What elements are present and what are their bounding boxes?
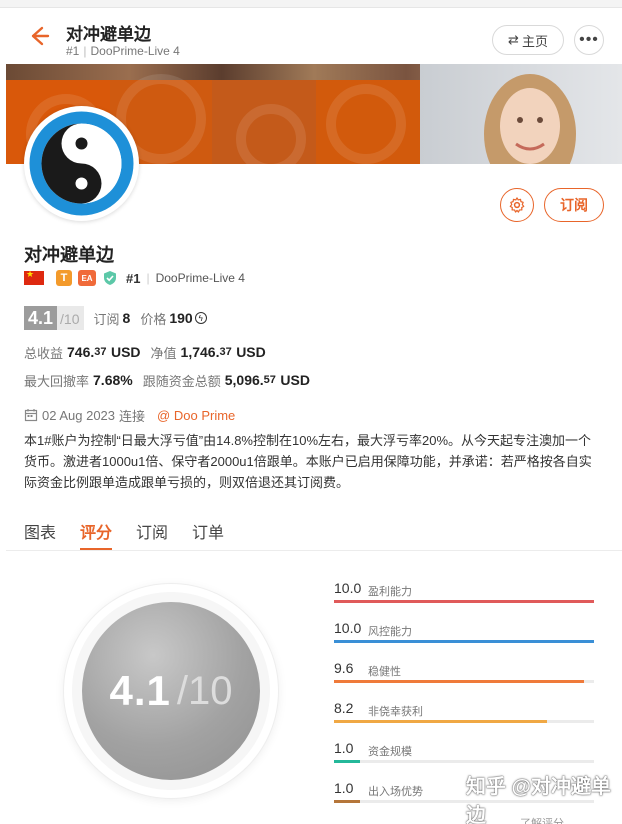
calendar-icon — [24, 409, 38, 422]
page-subtitle: #1 | DooPrime-Live 4 — [66, 44, 180, 58]
tabs-divider — [6, 550, 622, 551]
score-row: 4.1 /10 订阅 8 价格 190 ϟ — [24, 306, 207, 330]
equity-label: 净值 — [150, 345, 177, 361]
drawdown-label: 最大回撤率 — [24, 373, 90, 389]
learn-more-link[interactable]: 了解评分 — [520, 815, 564, 824]
metric-label: 出入场优势 — [368, 786, 423, 798]
server-label: DooPrime-Live 4 — [155, 271, 245, 285]
trader-badges: T EA #1 | DooPrime-Live 4 — [24, 268, 245, 288]
tab-orders[interactable]: 订单 — [192, 512, 224, 550]
metric-row: 9.6 稳健性 — [334, 658, 594, 698]
metric-value: 10.0 — [334, 580, 362, 596]
more-options-button[interactable]: ••• — [574, 25, 604, 55]
price-value: 190 — [169, 310, 193, 326]
metric-row: 10.0 盈利能力 — [334, 578, 594, 618]
metric-label: 资金规模 — [368, 746, 412, 758]
score-max: /10 — [57, 306, 84, 330]
drawdown-row: 最大回撤率 7.68% 跟随资金总额 5,096. 57 USD — [24, 372, 310, 389]
score-value: 4.1 — [24, 306, 58, 330]
china-flag-icon — [24, 269, 44, 285]
page-title: 对冲避单边 — [66, 25, 151, 44]
more-dots-icon: ••• — [579, 31, 599, 48]
badge-ea: EA — [78, 270, 96, 286]
tab-chart[interactable]: 图表 — [24, 512, 56, 550]
rank-label: #1 — [126, 270, 141, 286]
home-button-label: 主页 — [521, 33, 548, 49]
metric-bar — [334, 640, 594, 643]
metric-label: 风控能力 — [368, 626, 412, 638]
tab-bar: 图表 评分 订阅 订单 — [24, 512, 248, 552]
metric-bar — [334, 760, 360, 763]
metric-label: 稳健性 — [368, 666, 401, 678]
drawdown-value: 7.68% — [93, 372, 133, 388]
total-profit-label: 总收益 — [24, 345, 64, 361]
metric-row: 10.0 风控能力 — [334, 618, 594, 658]
metric-value: 9.6 — [334, 660, 354, 676]
broker-link[interactable]: @ Doo Prime — [157, 408, 235, 423]
swap-icon: ⇄ — [508, 32, 519, 47]
subscribe-button[interactable]: 订阅 — [544, 188, 604, 222]
rating-max: /10 — [176, 668, 233, 713]
metric-label: 非侥幸获利 — [368, 706, 423, 718]
status-bar — [0, 0, 622, 8]
avatar[interactable] — [24, 106, 139, 221]
equity-value: 1,746. — [180, 344, 220, 360]
metric-value: 8.2 — [334, 700, 354, 716]
profit-row: 总收益 746. 37 USD 净值 1,746. 37 USD — [24, 344, 266, 361]
follow-funds-value: 5,096. — [224, 372, 264, 388]
rating-gauge: 4.1 /10 — [82, 602, 260, 780]
metric-bar — [334, 720, 548, 723]
coin-icon: ϟ — [194, 312, 207, 324]
metric-row: 8.2 非侥幸获利 — [334, 698, 594, 738]
metric-value: 1.0 — [334, 780, 354, 796]
tab-subscriptions[interactable]: 订阅 — [136, 512, 168, 550]
subscribe-count: 8 — [122, 310, 131, 326]
account-description: 本1#账户为控制“日最大浮亏值”由14.8%控制在10%左右，最大浮亏率20%。… — [24, 433, 592, 490]
gear-icon — [509, 197, 525, 213]
total-profit-value: 746. — [67, 344, 95, 360]
subscribe-count-label: 订阅 — [93, 311, 120, 327]
metric-bar — [334, 600, 594, 603]
metric-value: 10.0 — [334, 620, 362, 636]
yin-yang-logo-icon — [29, 111, 134, 216]
tab-rating[interactable]: 评分 — [80, 512, 113, 550]
metric-value: 1.0 — [334, 740, 354, 756]
back-arrow-icon[interactable] — [24, 22, 52, 50]
subtitle-rank: #1 — [66, 44, 80, 58]
metric-label: 盈利能力 — [368, 586, 412, 598]
connection-label: 连接 — [119, 408, 146, 424]
connection-date: 02 Aug 2023 — [42, 407, 116, 423]
subtitle-server: DooPrime-Live 4 — [90, 44, 180, 58]
trader-name: 对冲避单边 — [24, 245, 114, 265]
banner-photo-woman — [420, 64, 622, 164]
metric-bar — [334, 800, 360, 803]
badge-t: T — [56, 270, 72, 286]
home-button[interactable]: ⇄ 主页 — [492, 25, 564, 55]
metric-bar — [334, 680, 584, 683]
price-label: 价格 — [140, 311, 167, 327]
settings-button[interactable] — [500, 188, 534, 222]
top-bar: 对冲避单边 #1 | DooPrime-Live 4 ⇄ 主页 ••• — [0, 8, 622, 64]
connection-info: 02 Aug 2023 连接 @ Doo Prime — [24, 405, 235, 425]
follow-funds-label: 跟随资金总额 — [142, 373, 221, 389]
rating-score: 4.1 — [109, 667, 171, 714]
verified-shield-icon — [104, 271, 116, 285]
